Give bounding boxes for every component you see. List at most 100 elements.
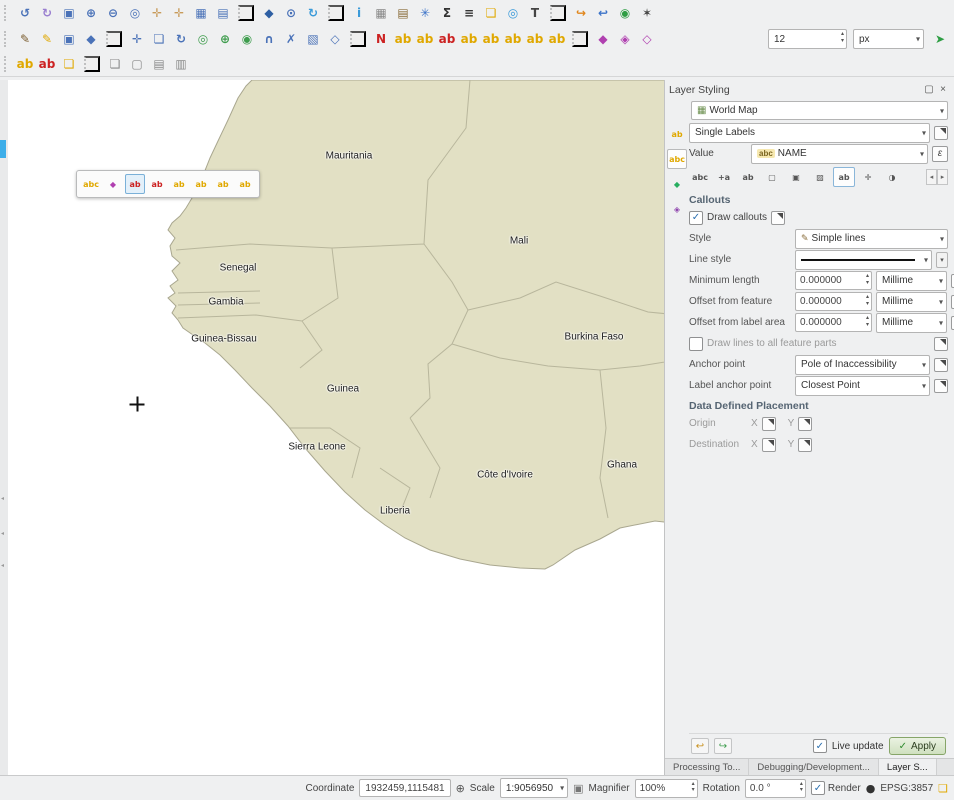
diagram-options-icon[interactable]: ◆ [103, 174, 123, 194]
redo-icon[interactable]: ↪ [571, 3, 591, 23]
pan-map-icon[interactable]: ✛ [147, 3, 167, 23]
data-defined-override-button[interactable] [934, 358, 948, 372]
label-anchor-point-combo[interactable]: Closest Point [795, 376, 930, 396]
text-annotation-icon[interactable]: T [525, 3, 545, 23]
crs-globe-icon[interactable]: ● [866, 782, 876, 795]
toolbar-drag-handle[interactable] [4, 5, 11, 21]
scale-combo[interactable]: 1:9056950 [500, 778, 568, 798]
draw-callouts-checkbox[interactable] [689, 211, 703, 225]
text-tab-icon[interactable]: abc [689, 167, 711, 187]
live-update-checkbox[interactable] [813, 739, 827, 753]
line-style-combo[interactable] [795, 250, 932, 270]
render-checkbox[interactable] [811, 781, 825, 795]
bookmark-icon[interactable]: ◆ [259, 3, 279, 23]
style-redo-icon[interactable]: ↪ [714, 738, 732, 754]
minimum-length-spinbox[interactable]: 0.000000 ▴▾ [795, 271, 872, 290]
zoom-next-icon[interactable]: ↻ [37, 3, 57, 23]
label-options-icon[interactable]: ab [393, 29, 413, 49]
apply-button[interactable]: ✓ Apply [889, 737, 946, 755]
metasearch-globe-icon[interactable]: ◉ [615, 3, 635, 23]
offset-from-label-area-spinbox[interactable]: 0.000000 ▴▾ [795, 313, 872, 332]
rotate-feature-icon[interactable]: ↻ [171, 29, 191, 49]
spinner-arrows-icon[interactable]: ▴▾ [841, 31, 844, 44]
temporal-controller-icon[interactable]: ⊙ [281, 3, 301, 23]
ungroup-items-icon[interactable]: ▢ [127, 54, 147, 74]
destination-x-override-button[interactable] [762, 438, 776, 452]
current-edits-icon[interactable]: ✎ [15, 29, 35, 49]
merge-features-icon[interactable]: ▧ [303, 29, 323, 49]
pin-unpin-labels-icon[interactable]: ab [125, 174, 145, 194]
move-label-icon[interactable]: ab [503, 29, 523, 49]
toolbar-drag-handle[interactable] [4, 56, 11, 72]
toolbar-drag-handle[interactable] [4, 31, 11, 47]
tabs-scroll-left-icon[interactable]: ◂ [926, 169, 937, 185]
label-layer-icon[interactable]: ❏ [59, 54, 79, 74]
distribute-items-icon[interactable]: ▥ [171, 54, 191, 74]
refresh-icon[interactable]: ↻ [303, 3, 323, 23]
background-tab-icon[interactable]: ▣ [785, 167, 807, 187]
zoom-previous-icon[interactable]: ↺ [15, 3, 35, 23]
move-label-icon[interactable]: ab [191, 174, 211, 194]
statistics-icon[interactable]: Σ [437, 3, 457, 23]
labeling-icon[interactable]: N [371, 29, 391, 49]
labeling-options-icon[interactable]: abc [81, 174, 101, 194]
font-size-spinbox[interactable]: 12 ▴▾ [768, 29, 847, 49]
new-map-view-icon[interactable]: ▣ [59, 3, 79, 23]
rotate-label-icon[interactable]: ab [213, 174, 233, 194]
split-features-icon[interactable]: ✗ [281, 29, 301, 49]
reshape-features-icon[interactable]: ∩ [259, 29, 279, 49]
offset-from-feature-unit-combo[interactable]: Millime [876, 292, 947, 312]
spinner-arrows-icon[interactable]: ▴▾ [866, 315, 869, 328]
offset-from-label-area-unit-combo[interactable]: Millime [876, 313, 947, 333]
search-icon[interactable]: ◎ [503, 3, 523, 23]
tabs-scroll-right-icon[interactable]: ▸ [937, 169, 948, 185]
map-tips-icon[interactable]: ❏ [481, 3, 501, 23]
extent-icon[interactable]: ⊕ [456, 782, 465, 795]
identify-icon[interactable]: i [349, 3, 369, 23]
draw-lines-all-parts-checkbox[interactable] [689, 337, 703, 351]
show-hide-labels-icon[interactable]: ab [147, 174, 167, 194]
dock-tab[interactable]: Debugging/Development... [749, 759, 879, 776]
zoom-to-layer-icon[interactable]: ▤ [213, 3, 233, 23]
attribute-table-icon[interactable]: ▦ [371, 3, 391, 23]
shadow-tab-icon[interactable]: ▨ [809, 167, 831, 187]
zoom-in-icon[interactable]: ⊕ [81, 3, 101, 23]
label-rule-icon[interactable]: ab [37, 54, 57, 74]
dock-tab[interactable]: Processing To... [665, 759, 749, 776]
processing-toolbox-icon[interactable]: ✳ [415, 3, 435, 23]
digitize-icon[interactable]: ◆ [81, 29, 101, 49]
change-label-properties-icon[interactable]: ab [235, 174, 255, 194]
diagram-options-icon[interactable]: ◆ [593, 29, 613, 49]
labels-tab-icon[interactable]: abc [667, 149, 687, 169]
data-defined-override-button[interactable] [934, 337, 948, 351]
font-unit-combo[interactable]: px [853, 29, 924, 49]
add-part-icon[interactable]: ⊕ [215, 29, 235, 49]
toggle-editing-icon[interactable]: ✎ [37, 29, 57, 49]
data-defined-override-button[interactable] [771, 211, 785, 225]
zoom-full-icon[interactable]: ▦ [191, 3, 211, 23]
group-items-icon[interactable]: ❏ [105, 54, 125, 74]
buffer-tab-icon[interactable]: ab [737, 167, 759, 187]
value-field-combo[interactable]: abc NAME [751, 144, 928, 164]
undo-icon[interactable]: ↩ [593, 3, 613, 23]
docked-panel-tab[interactable] [0, 140, 6, 158]
save-edits-icon[interactable]: ▣ [59, 29, 79, 49]
undock-panel-icon[interactable]: ▢ [922, 83, 936, 97]
spinner-arrows-icon[interactable]: ▴▾ [800, 781, 803, 794]
symbology-tab-icon[interactable]: ◆ [667, 174, 687, 194]
label-type-combo[interactable]: Single Labels [689, 123, 930, 143]
offset-from-feature-spinbox[interactable]: 0.000000 ▴▾ [795, 292, 872, 311]
spinner-arrows-icon[interactable]: ▴▾ [692, 781, 695, 794]
magnifier-spinbox[interactable]: 100% ▴▾ [635, 779, 698, 798]
align-items-icon[interactable]: ▤ [149, 54, 169, 74]
pin-diagram-icon[interactable]: ◇ [637, 29, 657, 49]
close-panel-icon[interactable]: × [936, 83, 950, 97]
pan-to-selection-icon[interactable]: ✛ [169, 3, 189, 23]
pin-labels-icon[interactable]: ab [415, 29, 435, 49]
copy-move-feature-icon[interactable]: ❏ [149, 29, 169, 49]
fill-ring-icon[interactable]: ◉ [237, 29, 257, 49]
vertex-tool-icon[interactable]: ◇ [325, 29, 345, 49]
highlight-pinned-labels-icon[interactable]: ab [169, 174, 189, 194]
rendering-tab-icon[interactable]: ◑ [881, 167, 903, 187]
spinner-arrows-icon[interactable]: ▴▾ [866, 273, 869, 286]
